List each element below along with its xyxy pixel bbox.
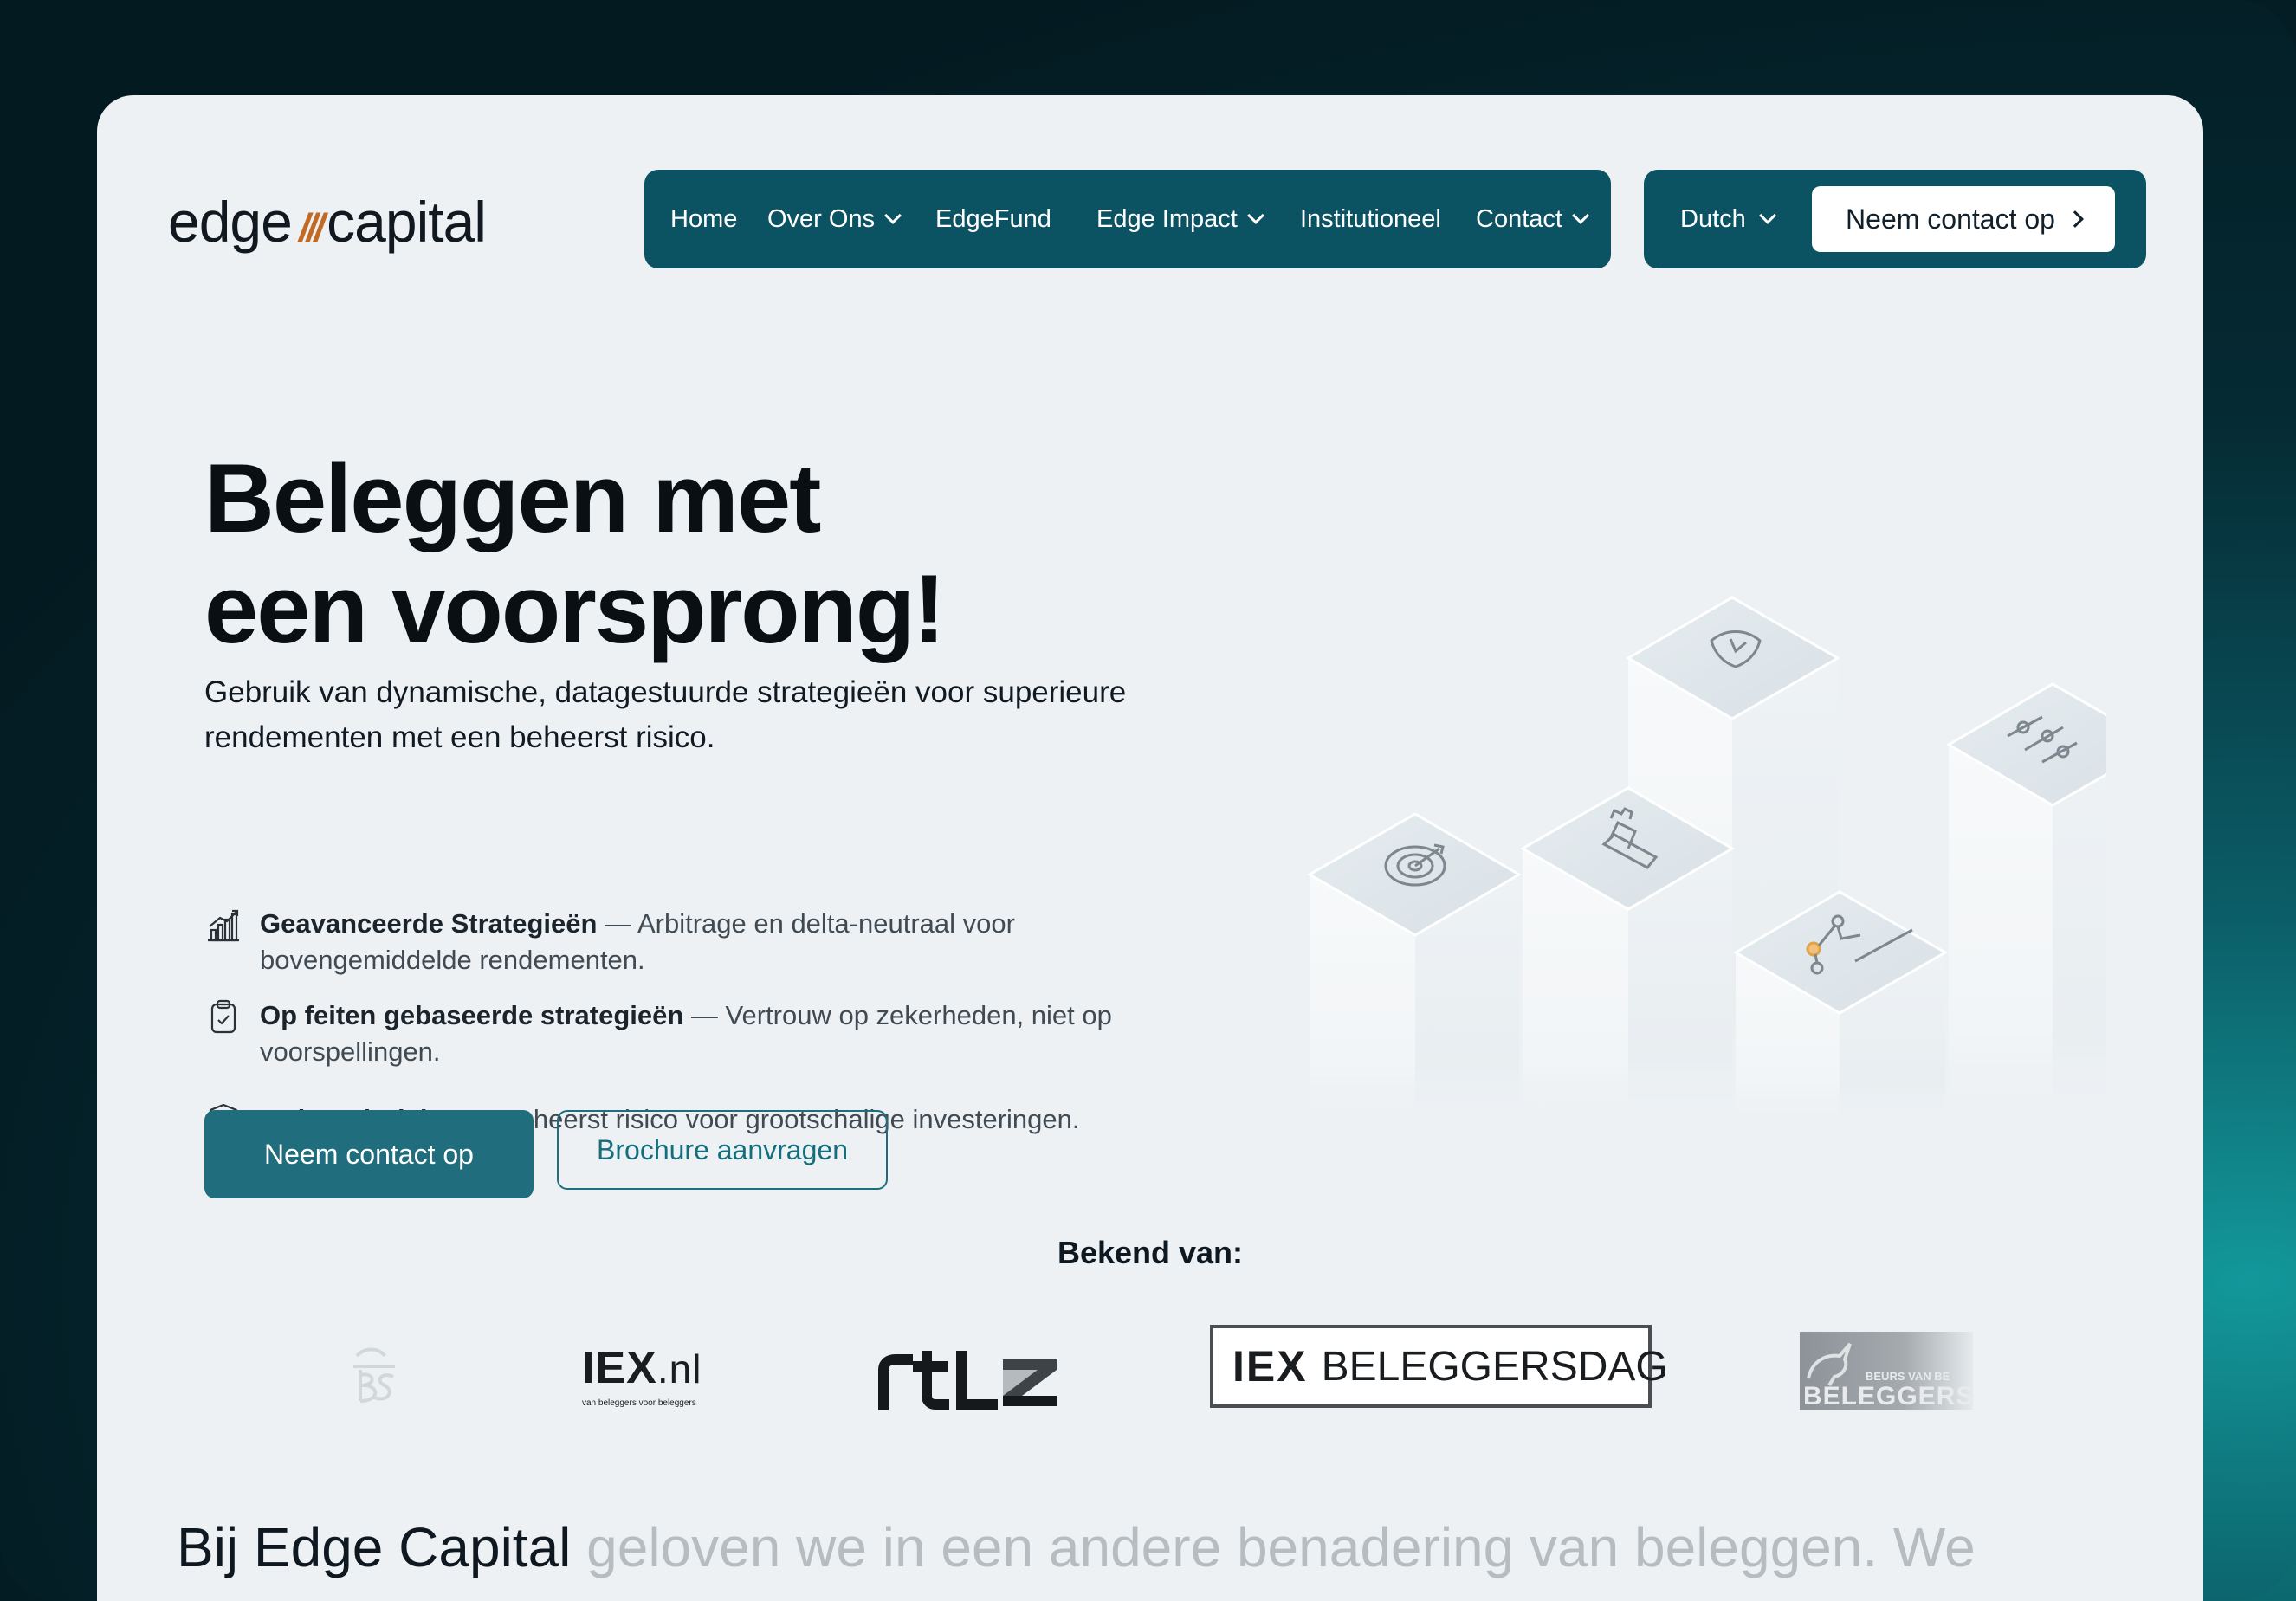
nav-item-home[interactable]: Home [670,170,737,268]
brochure-button[interactable]: Brochure aanvragen [557,1110,888,1190]
pillar-target [1306,812,1522,1126]
language-label: Dutch [1680,204,1746,233]
rtlz-wordmark [878,1349,1057,1410]
header-contact-label: Neem contact op [1846,203,2055,235]
nav-item-over-ons[interactable]: Over Ons [767,170,902,268]
iex-beleggersdag-iex: IEX [1232,1342,1308,1391]
feature-text: Op feiten gebaseerde strategieën — Vertr… [260,997,1122,1070]
hero-subtitle: Gebruik van dynamische, datagestuurde st… [204,675,1127,754]
rtlz-logo[interactable]: rtlz [873,1349,1081,1420]
nav-label: Contact [1476,204,1562,233]
header-actions: Dutch Neem contact op [1644,170,2146,268]
intro-strong: Bij Edge Capital [177,1516,572,1578]
edge-capital-logo[interactable]: edge /// capital [168,189,487,255]
beurs-van-beleggers-logo[interactable]: BEURS VAN BE BELEGGERSF [1800,1332,1973,1410]
chevron-down-icon [1572,207,1589,224]
chevron-right-icon [2066,210,2084,228]
logo-word-edge: edge [168,190,293,254]
intro-statement: Bij Edge Capital geloven we in een ander… [177,1515,1976,1579]
iex-nl-logo[interactable]: IEX.nl van beleggers voor beleggers [582,1344,721,1422]
nav-label: Over Ons [767,204,876,233]
feature-title: Op feiten gebaseerde strategieën [260,1000,684,1030]
chevron-down-icon [1246,207,1264,224]
bs-emblem-icon [353,1347,395,1403]
iex-beleggersdag-logo[interactable]: IEX BELEGGERSDAG [1210,1325,1668,1408]
logo-word-capital: capital [327,190,487,254]
nav-label: Institutioneel [1300,204,1441,233]
press-logos: BS IEX.nl van beleggers voor beleggers [97,1325,2203,1463]
main-navigation: Home Over Ons EdgeFund Edge Impact Insti… [644,170,1611,268]
nav-item-edge-impact[interactable]: Edge Impact [1096,170,1264,268]
device-frame: edge /// capital Home Over Ons EdgeFund … [0,0,2296,1601]
iex-nl-wordmark: IEX.nl [582,1344,721,1393]
logo-slashes: /// [298,205,325,250]
feature-title: Geavanceerde Strategieën [260,908,598,939]
iex-text: IEX [582,1343,657,1393]
language-select[interactable]: Dutch [1680,170,1776,268]
beurs-text-top: BEURS VAN BE [1866,1370,1950,1383]
nav-item-institutioneel[interactable]: Institutioneel [1300,170,1441,268]
chevron-down-icon [1758,207,1776,224]
intro-rest: geloven we in een andere benadering van … [571,1516,1976,1578]
isometric-pillars-illustration [1306,596,2106,1126]
nav-label: Edge Impact [1096,204,1238,233]
bs-logo[interactable]: BS [345,1340,405,1410]
hero-title-line-1: Beleggen met [204,444,821,552]
hero-title-line-2: een voorsprong! [204,555,946,663]
chart-bars-icon [208,909,239,942]
pillar-chess [1519,786,1735,1126]
hero-title: Beleggen met een voorsprong! [204,443,946,665]
iex-suffix: .nl [656,1346,702,1391]
contact-button[interactable]: Neem contact op [204,1110,534,1198]
beurs-text-main: BELEGGERSF [1803,1382,1973,1410]
nav-item-contact[interactable]: Contact [1476,170,1589,268]
clipboard-check-icon [210,999,236,1034]
iex-beleggersdag-text: BELEGGERSDAG [1321,1343,1668,1390]
nav-label: Home [670,204,738,233]
feature-item: Op feiten gebaseerde strategieën — Vertr… [204,997,1122,1070]
header-contact-button[interactable]: Neem contact op [1812,186,2115,252]
feature-text: Geavanceerde Strategieën — Arbitrage en … [260,906,1114,978]
press-heading: Bekend van: [1057,1235,1244,1270]
iex-tagline: van beleggers voor beleggers [582,1398,696,1408]
nav-label: EdgeFund [935,204,1051,233]
web-page: edge /// capital Home Over Ons EdgeFund … [97,95,2203,1601]
chevron-down-icon [884,207,902,224]
feature-item: Geavanceerde Strategieën — Arbitrage en … [204,906,1114,978]
nav-item-edgefund[interactable]: EdgeFund [935,170,1051,268]
bull-icon [1807,1342,1852,1387]
pillar-sliders [1946,682,2106,1126]
